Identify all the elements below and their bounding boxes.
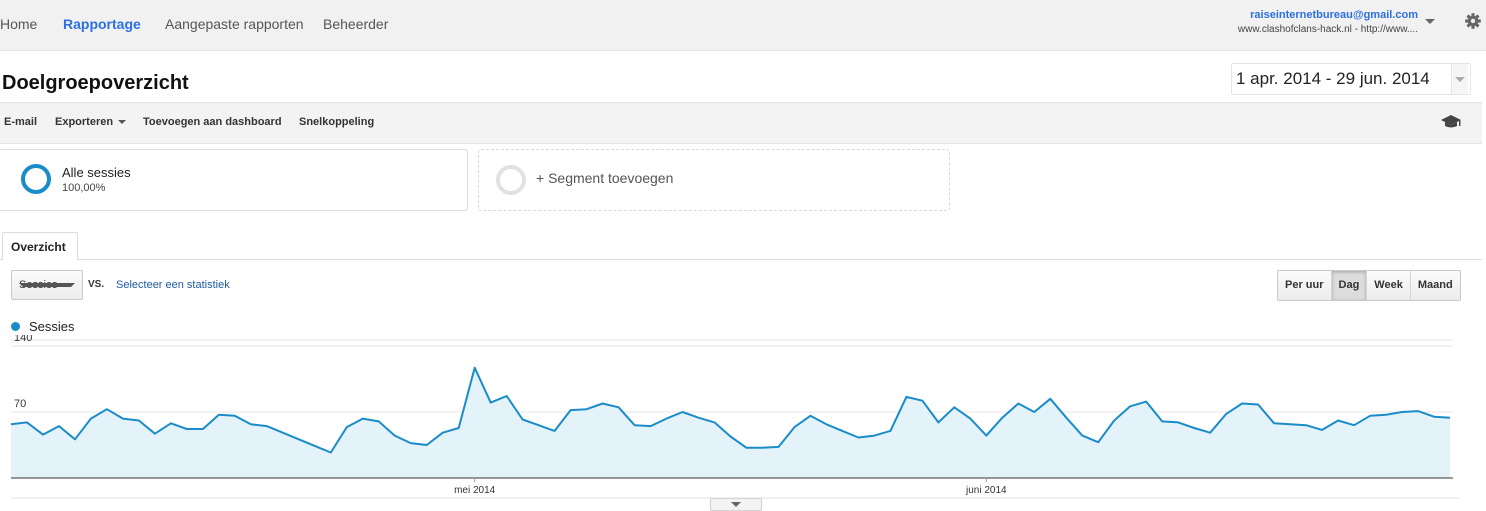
- y-tick-label: 140: [14, 335, 32, 344]
- vs-label: VS.: [88, 279, 105, 290]
- legend-label: Sessies: [29, 319, 75, 334]
- day-button[interactable]: Dag: [1330, 271, 1367, 300]
- export-button[interactable]: Exporteren: [55, 116, 127, 128]
- chevron-down-icon[interactable]: [1451, 64, 1468, 94]
- add-segment-label: + Segment toevoegen: [536, 170, 674, 186]
- tab-overview[interactable]: Overzicht: [2, 232, 78, 260]
- account-switcher[interactable]: raiseinternetbureau@gmail.com www.clasho…: [1238, 9, 1418, 35]
- date-range-picker[interactable]: 1 apr. 2014 - 29 jun. 2014: [1231, 63, 1471, 95]
- sessions-line-chart: 70 140 mei 2014 juni 2014: [10, 335, 1460, 499]
- chevron-down-icon: [19, 283, 75, 287]
- chart-expand-handle[interactable]: [710, 498, 762, 511]
- series-dot-icon: [11, 322, 20, 332]
- email-button[interactable]: E-mail: [4, 116, 37, 128]
- series-area: [11, 367, 1450, 478]
- nav-custom-reports[interactable]: Aangepaste rapporten: [165, 16, 304, 32]
- tab-divider: [0, 259, 1482, 260]
- nav-home[interactable]: Home: [0, 16, 37, 32]
- segment-label: Alle sessies: [62, 165, 131, 180]
- y-tick-label: 70: [14, 398, 26, 410]
- tab-overview-label: Overzicht: [11, 240, 66, 254]
- report-toolbar: E-mail Exporteren Toevoegen aan dashboar…: [0, 102, 1482, 144]
- account-email: raiseinternetbureau@gmail.com: [1250, 9, 1418, 21]
- chevron-down-icon: [118, 120, 127, 125]
- x-tick-label: juni 2014: [965, 485, 1007, 496]
- metric-select[interactable]: Sessies: [11, 270, 83, 300]
- per-hour-button[interactable]: Per uur: [1278, 271, 1331, 300]
- chevron-down-icon[interactable]: [1425, 19, 1435, 24]
- time-granularity-group: Per uur Dag Week Maand: [1277, 270, 1461, 301]
- segment-all-sessions[interactable]: Alle sessies 100,00%: [0, 149, 468, 211]
- donut-icon: [21, 164, 51, 194]
- add-to-dashboard-button[interactable]: Toevoegen aan dashboard: [143, 116, 282, 128]
- segment-percent: 100,00%: [62, 182, 106, 194]
- chart-legend: Sessies: [11, 319, 75, 334]
- graduation-cap-icon[interactable]: [1440, 114, 1462, 130]
- nav-admin[interactable]: Beheerder: [323, 16, 388, 32]
- gear-icon[interactable]: [1463, 11, 1483, 31]
- date-range-label: 1 apr. 2014 - 29 jun. 2014: [1236, 69, 1430, 88]
- month-button[interactable]: Maand: [1409, 271, 1460, 300]
- donut-icon: [496, 165, 526, 195]
- top-navigation-bar: Home Rapportage Aangepaste rapporten Beh…: [0, 0, 1486, 51]
- export-label: Exporteren: [55, 116, 114, 128]
- account-property: www.clashofclans-hack.nl - http://www...…: [1237, 24, 1418, 35]
- week-button[interactable]: Week: [1366, 271, 1410, 300]
- select-statistic-link[interactable]: Selecteer een statistiek: [116, 279, 230, 291]
- shortcut-button[interactable]: Snelkoppeling: [299, 116, 374, 128]
- x-tick-label: mei 2014: [454, 485, 496, 496]
- add-segment-button[interactable]: + Segment toevoegen: [478, 149, 950, 211]
- page-title: Doelgroepoverzicht: [2, 72, 189, 94]
- nav-reporting[interactable]: Rapportage: [63, 16, 141, 32]
